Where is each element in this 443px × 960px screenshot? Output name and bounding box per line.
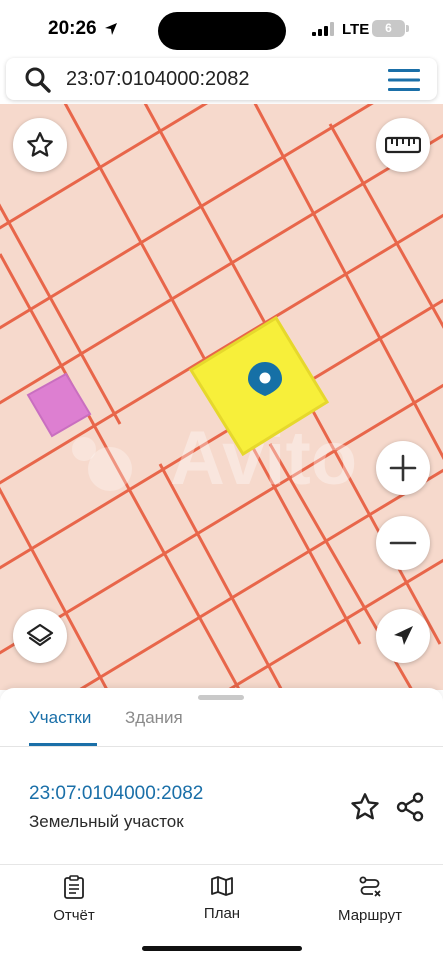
minus-icon (389, 541, 417, 545)
battery-level: 6 (372, 20, 405, 37)
location-arrow-icon (105, 23, 117, 35)
dynamic-island (158, 12, 286, 50)
home-indicator (142, 946, 302, 951)
zoom-out-button[interactable] (376, 516, 430, 570)
sheet-grabber[interactable] (198, 695, 244, 700)
nav-route[interactable]: Маршрут (328, 875, 412, 924)
layers-button[interactable] (13, 609, 67, 663)
status-bar: 20:26 LTE 6 (0, 0, 443, 56)
map-view[interactable]: Avito (0, 104, 443, 690)
cadastral-number-link[interactable]: 23:07:0104000:2082 (29, 783, 203, 805)
star-outline-icon (27, 132, 53, 157)
zoom-in-button[interactable] (376, 441, 430, 495)
navigation-arrow-icon (394, 626, 413, 645)
nav-route-label: Маршрут (338, 907, 402, 924)
parcel-map[interactable]: Avito (0, 104, 443, 690)
nav-plan[interactable]: План (188, 875, 256, 922)
status-time: 20:26 (48, 18, 97, 39)
cellular-signal-icon (312, 22, 334, 36)
search-bar (0, 56, 443, 104)
search-input[interactable] (66, 66, 366, 92)
nav-report[interactable]: Отчёт (40, 875, 108, 924)
route-icon (359, 876, 381, 897)
nav-plan-label: План (203, 905, 241, 922)
network-type: LTE (342, 21, 370, 38)
ruler-icon (385, 136, 421, 154)
plus-icon (389, 454, 417, 482)
search-icon[interactable] (24, 66, 52, 94)
favorite-button[interactable] (13, 118, 67, 172)
tab-parcels[interactable]: Участки (29, 708, 91, 728)
search-box[interactable] (6, 58, 437, 100)
neighbor-parcel[interactable] (26, 372, 92, 438)
nav-report-label: Отчёт (53, 907, 95, 924)
share-icon[interactable] (394, 791, 426, 823)
hamburger-menu-icon[interactable] (388, 68, 420, 92)
star-outline-icon[interactable] (349, 791, 381, 823)
ruler-button[interactable] (376, 118, 430, 172)
battery-tip (406, 25, 409, 32)
layers-icon (26, 623, 54, 647)
parcel-type-label: Земельный участок (29, 812, 184, 831)
tabs-divider (0, 746, 443, 747)
tab-buildings[interactable]: Здания (125, 708, 183, 728)
locate-me-button[interactable] (376, 609, 430, 663)
map-icon (211, 876, 233, 896)
watermark-logo-dot (72, 437, 96, 461)
clipboard-icon (64, 875, 84, 899)
